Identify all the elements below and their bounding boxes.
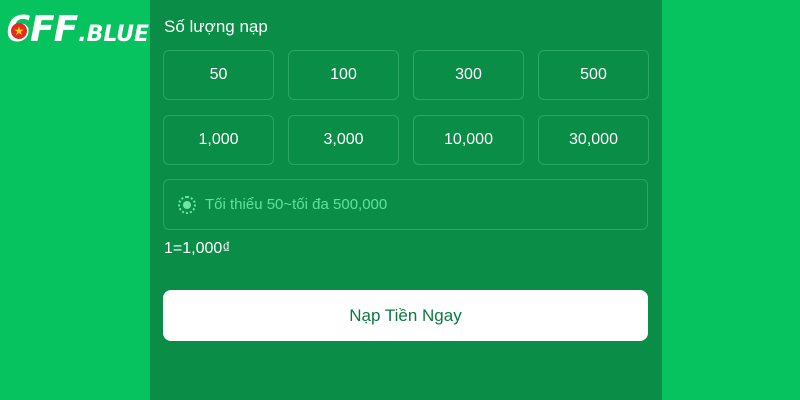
vietnam-flag-star-icon: ★ [11, 23, 27, 39]
deposit-panel: Số lượng nạp 50 100 300 500 1,000 3,000 … [150, 0, 662, 400]
amount-option-1000[interactable]: 1,000 [163, 115, 274, 165]
amount-option-30000[interactable]: 30,000 [538, 115, 649, 165]
brand-logo: 6FF ★ .BLUE [6, 12, 149, 48]
amount-option-50[interactable]: 50 [163, 50, 274, 100]
exchange-rate-text: 1=1,000₫ [164, 240, 231, 257]
amount-option-3000[interactable]: 3,000 [288, 115, 399, 165]
amount-section-label: Số lượng nạp [164, 17, 268, 36]
amount-input[interactable] [205, 196, 625, 213]
amount-option-300[interactable]: 300 [413, 50, 524, 100]
deposit-now-button[interactable]: Nạp Tiền Ngay [163, 290, 648, 341]
logo-suffix-text: .BLUE [78, 22, 150, 47]
amount-options-grid: 50 100 300 500 1,000 3,000 10,000 30,000 [163, 50, 649, 165]
amount-option-500[interactable]: 500 [538, 50, 649, 100]
amount-option-10000[interactable]: 10,000 [413, 115, 524, 165]
amount-input-box[interactable] [163, 179, 648, 230]
amount-option-100[interactable]: 100 [288, 50, 399, 100]
coin-icon [178, 195, 196, 214]
